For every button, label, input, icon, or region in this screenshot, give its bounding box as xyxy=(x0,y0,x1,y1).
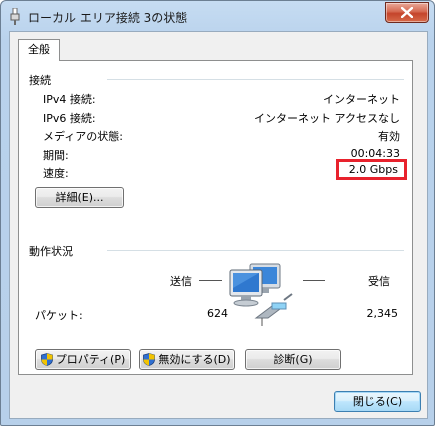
media-state-value: 有効 xyxy=(378,130,400,143)
properties-button[interactable]: プロパティ(P) xyxy=(35,349,131,370)
window-close-button[interactable] xyxy=(385,2,429,23)
disable-button-label: 無効にする(D) xyxy=(158,353,231,366)
tab-panel-general: 接続 IPv4 接続: インターネット IPv6 接続: インターネット アクセ… xyxy=(18,60,413,375)
speed-label: 速度: xyxy=(43,167,69,180)
packets-sent-value: 624 xyxy=(207,307,228,320)
sent-line xyxy=(199,280,222,281)
received-line xyxy=(303,280,325,281)
packets-received-value: 2,345 xyxy=(366,307,399,320)
ipv4-value: インターネット xyxy=(323,93,400,106)
media-state-label: メディアの状態: xyxy=(43,130,123,143)
details-button[interactable]: 詳細(E)... xyxy=(35,187,124,208)
close-button[interactable]: 閉じる(C) xyxy=(334,391,421,412)
properties-button-label: プロパティ(P) xyxy=(55,353,126,366)
activity-group-divider xyxy=(107,250,404,251)
uac-shield-icon xyxy=(40,353,53,366)
duration-label: 期間: xyxy=(43,149,69,162)
uac-shield-icon xyxy=(143,353,156,366)
network-connection-icon xyxy=(10,8,20,25)
packets-label: パケット: xyxy=(35,309,83,322)
received-label: 受信 xyxy=(368,275,390,288)
title-bar[interactable]: ローカル エリア接続 3の状態 xyxy=(1,1,434,31)
status-window: ローカル エリア接続 3の状態 全般 接続 IPv4 接続: インターネット I… xyxy=(0,0,435,426)
window-title: ローカル エリア接続 3の状態 xyxy=(28,11,188,25)
network-computers-icon xyxy=(229,263,293,326)
speed-value: 2.0 Gbps xyxy=(335,159,407,180)
ipv4-label: IPv4 接続: xyxy=(43,93,96,106)
activity-group-label: 動作状況 xyxy=(29,245,73,258)
sent-label: 送信 xyxy=(170,275,192,288)
connection-group-divider xyxy=(107,79,404,80)
tab-general[interactable]: 全般 xyxy=(18,39,60,61)
ipv6-value: インターネット アクセスなし xyxy=(254,112,400,125)
disable-button[interactable]: 無効にする(D) xyxy=(139,349,235,370)
connection-group-label: 接続 xyxy=(29,74,51,87)
ipv6-label: IPv6 接続: xyxy=(43,112,96,125)
dialog-client-area: 全般 接続 IPv4 接続: インターネット IPv6 接続: インターネット … xyxy=(9,31,428,419)
close-icon xyxy=(401,7,413,18)
diagnose-button[interactable]: 診断(G) xyxy=(245,349,341,370)
